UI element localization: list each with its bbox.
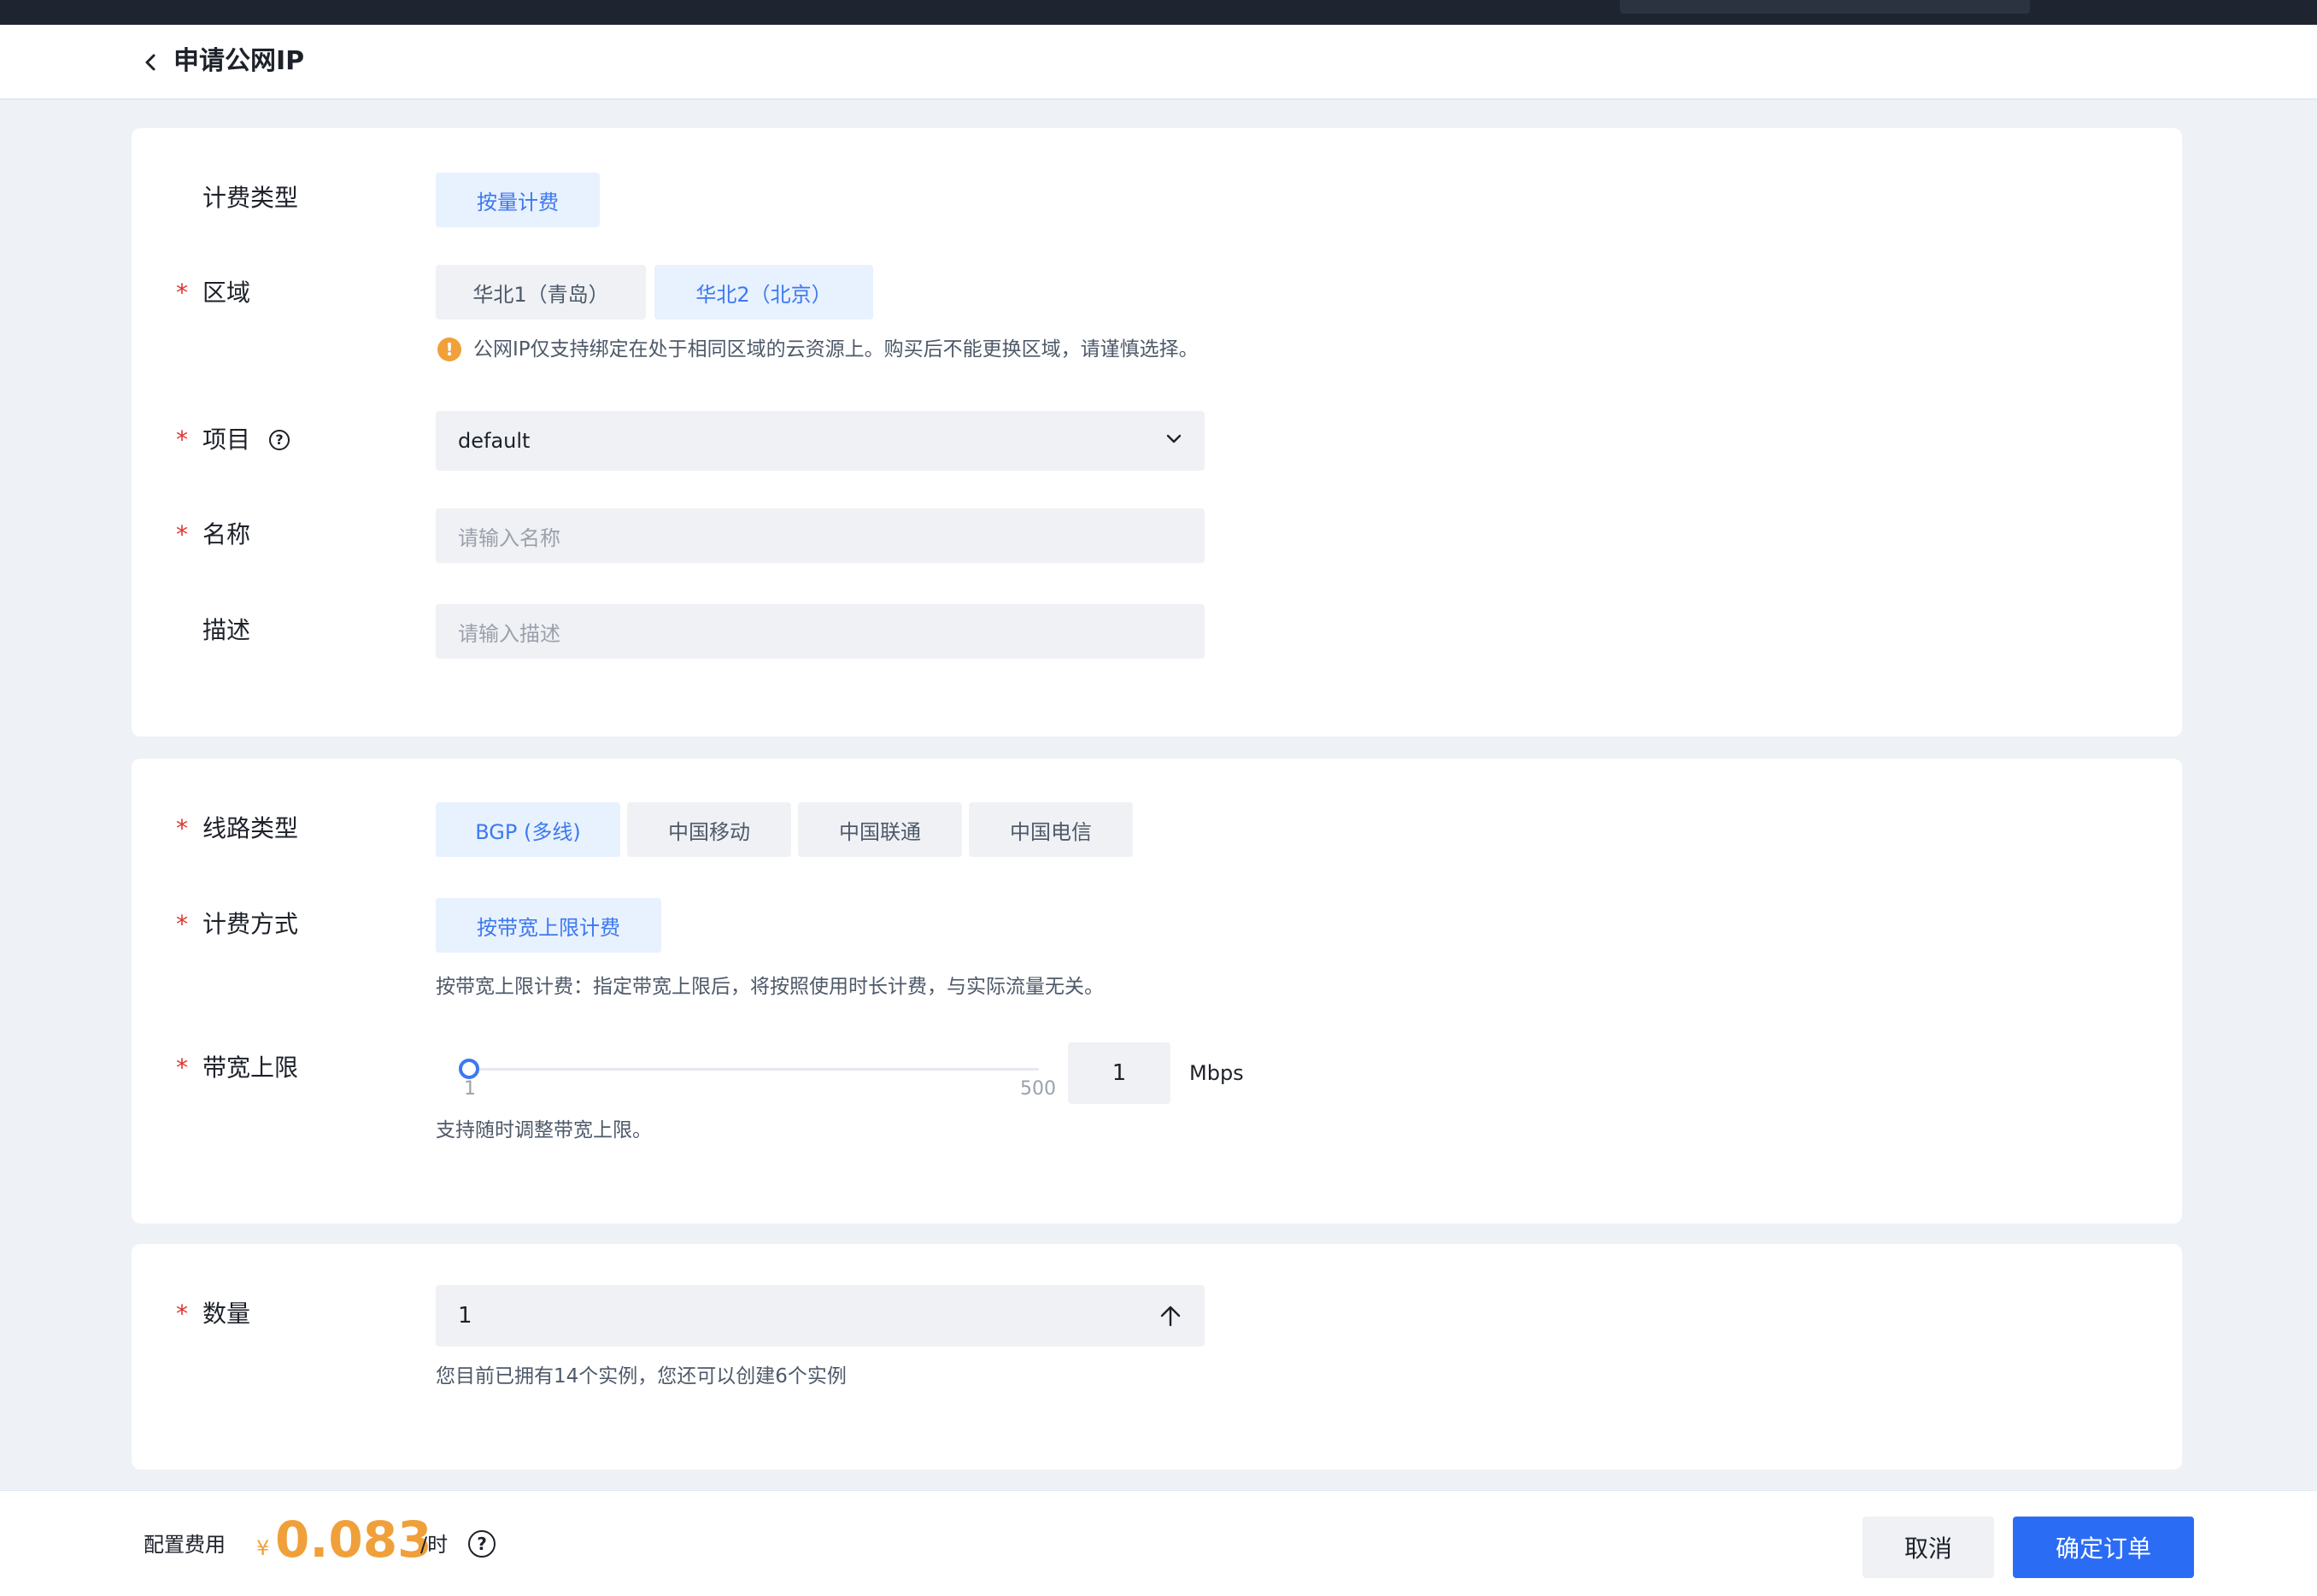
region-warning-text: 公网IP仅支持绑定在处于相同区域的云资源上。购买后不能更换区域，请谨慎选择。 xyxy=(473,338,1199,361)
confirm-order-button[interactable]: 确定订单 xyxy=(2013,1517,2194,1578)
arrow-up-icon[interactable] xyxy=(1158,1304,1182,1328)
bandwidth-input[interactable]: 1 xyxy=(1068,1042,1170,1104)
page-header: 申请公网IP xyxy=(0,25,2317,100)
required-mark: * xyxy=(176,1053,188,1082)
region-warning: ! 公网IP仅支持绑定在处于相同区域的云资源上。购买后不能更换区域，请谨慎选择。 xyxy=(437,335,1199,364)
billing-type-label: 计费类型 xyxy=(202,184,299,212)
line-type-china-unicom[interactable]: 中国联通 xyxy=(798,802,962,857)
project-label: 项目 ? xyxy=(202,423,290,457)
price-unit: /时 xyxy=(420,1533,449,1557)
price-value: 0.083 xyxy=(275,1511,432,1569)
help-icon[interactable]: ? xyxy=(269,430,290,450)
cancel-button[interactable]: 取消 xyxy=(1862,1517,1994,1578)
slider-min-label: 1 xyxy=(464,1078,476,1100)
project-select-value: default xyxy=(458,429,531,453)
required-mark: * xyxy=(176,425,188,454)
help-icon[interactable]: ? xyxy=(468,1530,496,1558)
required-mark: * xyxy=(176,814,188,842)
chevron-left-icon xyxy=(145,54,155,71)
required-mark: * xyxy=(176,1300,188,1328)
name-input[interactable]: 请输入名称 xyxy=(436,508,1205,563)
fee-label: 配置费用 xyxy=(144,1533,226,1557)
bandwidth-hint: 支持随时调整带宽上限。 xyxy=(436,1119,652,1141)
bandwidth-unit: Mbps xyxy=(1189,1061,1244,1085)
quantity-hint: 您目前已拥有14个实例，您还可以创建6个实例 xyxy=(436,1365,847,1388)
top-navigation-bar xyxy=(0,0,2317,25)
quantity-stepper[interactable]: 1 xyxy=(436,1285,1205,1347)
required-mark: * xyxy=(176,520,188,549)
order-footer: 配置费用 ¥ 0.083 /时 ? 取消 确定订单 xyxy=(0,1490,2317,1596)
bandwidth-label: 带宽上限 xyxy=(202,1053,299,1082)
billing-type-pay-as-you-go[interactable]: 按量计费 xyxy=(436,173,600,227)
description-input[interactable]: 请输入描述 xyxy=(436,604,1205,659)
billing-method-bandwidth[interactable]: 按带宽上限计费 xyxy=(436,898,661,953)
region-option-qingdao[interactable]: 华北1（青岛） xyxy=(436,265,646,320)
region-label: 区域 xyxy=(202,279,251,307)
line-type-bgp[interactable]: BGP (多线) xyxy=(436,802,620,857)
quantity-label: 数量 xyxy=(202,1300,251,1328)
project-label-text: 项目 xyxy=(202,425,251,454)
line-type-china-telecom[interactable]: 中国电信 xyxy=(969,802,1133,857)
billing-method-hint: 按带宽上限计费：指定带宽上限后，将按照使用时长计费，与实际流量无关。 xyxy=(436,976,1104,998)
project-select[interactable]: default xyxy=(436,411,1205,471)
slider-max-label: 500 xyxy=(1020,1078,1056,1100)
currency-symbol: ¥ xyxy=(256,1536,270,1560)
quantity-value: 1 xyxy=(458,1303,472,1329)
chevron-down-icon xyxy=(1166,434,1182,443)
back-button[interactable] xyxy=(137,47,164,78)
billing-method-label: 计费方式 xyxy=(202,910,299,938)
name-label: 名称 xyxy=(202,520,251,549)
required-mark: * xyxy=(176,279,188,307)
topbar-search-area[interactable] xyxy=(1620,0,2030,14)
required-mark: * xyxy=(176,910,188,938)
bandwidth-slider-track[interactable] xyxy=(470,1068,1039,1071)
warning-icon: ! xyxy=(437,337,461,361)
page-title: 申请公网IP xyxy=(173,46,305,76)
description-label: 描述 xyxy=(202,616,251,644)
quantity-card xyxy=(132,1244,2182,1470)
region-option-beijing[interactable]: 华北2（北京） xyxy=(654,265,873,320)
line-type-label: 线路类型 xyxy=(202,814,299,842)
line-type-china-mobile[interactable]: 中国移动 xyxy=(627,802,791,857)
